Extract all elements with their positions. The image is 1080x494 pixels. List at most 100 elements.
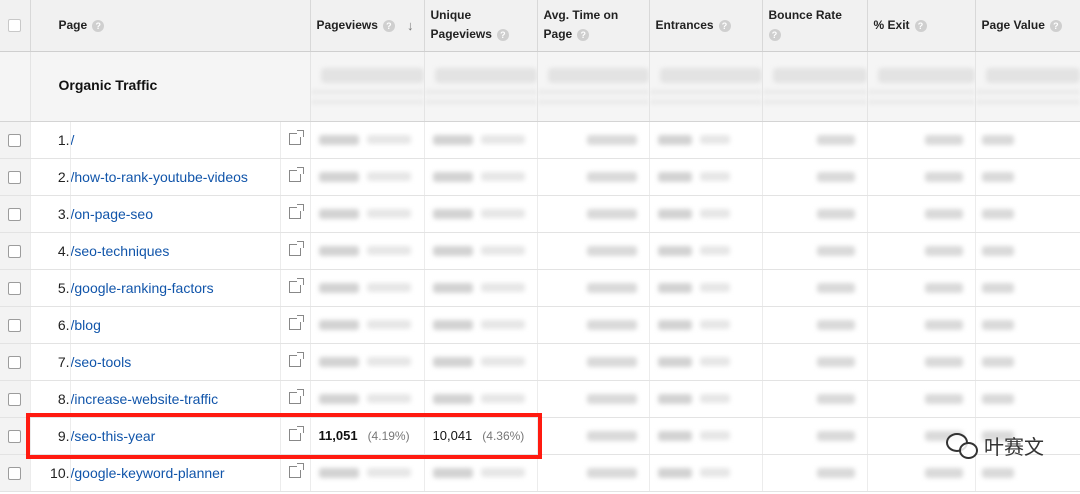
- column-header-avg-time[interactable]: Avg. Time on Page?: [537, 0, 650, 52]
- question-mark-circle-icon[interactable]: ?: [92, 19, 105, 32]
- select-all-cell: [0, 0, 31, 52]
- column-header-bounce-label: Bounce Rate: [768, 8, 842, 23]
- external-window-icon[interactable]: [289, 462, 304, 478]
- page-link[interactable]: /increase-website-traffic: [71, 391, 219, 407]
- row-checkbox-cell: [0, 343, 31, 381]
- question-mark-circle-icon[interactable]: ?: [496, 29, 509, 42]
- unique-pageviews-percent: (4.36%): [482, 429, 525, 443]
- external-window-icon[interactable]: [289, 166, 304, 182]
- column-header-page[interactable]: Page?: [30, 0, 311, 52]
- external-window-icon[interactable]: [289, 129, 304, 145]
- entrances-cell-blurred: [649, 306, 763, 344]
- totals-unique-blurred: [424, 51, 538, 122]
- popout-cell: [280, 158, 311, 196]
- avg-time-cell-blurred: [537, 269, 650, 307]
- row-checkbox-cell: [0, 121, 31, 159]
- external-window-icon[interactable]: [289, 425, 304, 441]
- page-link[interactable]: /: [71, 132, 75, 148]
- unique-pageviews-cell-blurred: [424, 158, 538, 196]
- row-checkbox-cell: [0, 306, 31, 344]
- exit-cell-blurred: [867, 121, 976, 159]
- page-link[interactable]: /seo-techniques: [71, 243, 170, 259]
- column-header-entrances[interactable]: Entrances?: [649, 0, 763, 52]
- row-checkbox[interactable]: [8, 208, 22, 222]
- column-header-page-value[interactable]: Page Value?: [975, 0, 1080, 52]
- page-link[interactable]: /blog: [71, 317, 101, 333]
- unique-pageviews-cell-blurred: [424, 195, 538, 233]
- column-header-unique-line2: Pageviews: [430, 27, 492, 42]
- column-header-avg-line1: Avg. Time on: [543, 8, 619, 23]
- column-header-pageviews[interactable]: Pageviews? ↓: [310, 0, 425, 52]
- row-checkbox[interactable]: [8, 393, 22, 407]
- exit-cell-blurred: [867, 269, 976, 307]
- external-window-icon[interactable]: [289, 351, 304, 367]
- pageviews-cell-blurred: [310, 195, 425, 233]
- question-mark-circle-icon[interactable]: ?: [718, 19, 731, 32]
- avg-time-cell-blurred: [537, 158, 650, 196]
- table-row: 6./blog: [0, 306, 1080, 344]
- row-checkbox[interactable]: [8, 282, 22, 296]
- external-window-icon[interactable]: [289, 277, 304, 293]
- question-mark-circle-icon[interactable]: ?: [914, 19, 927, 32]
- entrances-cell-blurred: [649, 454, 763, 492]
- external-window-icon[interactable]: [289, 203, 304, 219]
- page-link[interactable]: /seo-tools: [71, 354, 132, 370]
- popout-cell: [280, 195, 311, 233]
- table-row: 2./how-to-rank-youtube-videos: [0, 158, 1080, 196]
- avg-time-cell-blurred: [537, 380, 650, 418]
- row-checkbox[interactable]: [8, 430, 22, 444]
- popout-cell: [280, 417, 311, 455]
- column-header-unique-pageviews[interactable]: Unique Pageviews?: [424, 0, 538, 52]
- page-cell: /seo-this-year: [70, 417, 281, 455]
- pageviews-cell-blurred: [310, 232, 425, 270]
- unique-pageviews-cell-blurred: [424, 232, 538, 270]
- unique-pageviews-value: 10,041: [432, 428, 473, 443]
- row-checkbox[interactable]: [8, 134, 22, 148]
- question-mark-circle-icon[interactable]: ?: [768, 29, 781, 42]
- row-checkbox[interactable]: [8, 245, 22, 259]
- unique-pageviews-cell-blurred: [424, 306, 538, 344]
- row-number: 6.: [30, 306, 71, 344]
- question-mark-circle-icon[interactable]: ?: [382, 19, 395, 32]
- avg-time-cell-blurred: [537, 454, 650, 492]
- external-window-icon[interactable]: [289, 240, 304, 256]
- external-window-icon[interactable]: [289, 388, 304, 404]
- column-header-exit[interactable]: % Exit?: [867, 0, 976, 52]
- column-header-unique-line1: Unique: [430, 8, 472, 23]
- exit-cell-blurred: [867, 306, 976, 344]
- page-value-cell-blurred: [975, 158, 1080, 196]
- question-mark-circle-icon[interactable]: ?: [1049, 19, 1062, 32]
- bounce-rate-cell-blurred: [762, 380, 868, 418]
- row-checkbox[interactable]: [8, 171, 22, 185]
- bounce-rate-cell-blurred: [762, 454, 868, 492]
- entrances-cell-blurred: [649, 269, 763, 307]
- external-window-icon[interactable]: [289, 314, 304, 330]
- bounce-rate-cell-blurred: [762, 158, 868, 196]
- page-value-cell-blurred: [975, 380, 1080, 418]
- page-link[interactable]: /google-ranking-factors: [71, 280, 214, 296]
- column-header-bounce-rate[interactable]: Bounce Rate ?: [762, 0, 868, 52]
- page-link[interactable]: /google-keyword-planner: [71, 465, 225, 481]
- exit-cell-blurred: [867, 158, 976, 196]
- column-header-avg-line2: Page: [543, 27, 573, 42]
- page-link[interactable]: /seo-this-year: [71, 428, 156, 444]
- row-checkbox-cell: [0, 158, 31, 196]
- row-checkbox[interactable]: [8, 467, 22, 481]
- row-number: 8.: [30, 380, 71, 418]
- page-cell: /google-keyword-planner: [70, 454, 281, 492]
- table-row: 9./seo-this-year 11,051 (4.19%) 10,041 (4.36…: [0, 417, 1080, 455]
- arrow-down-icon[interactable]: ↓: [407, 16, 414, 35]
- page-value-cell-blurred: [975, 343, 1080, 381]
- select-all-checkbox[interactable]: [8, 19, 22, 33]
- row-checkbox[interactable]: [8, 319, 22, 333]
- popout-cell: [280, 380, 311, 418]
- row-checkbox[interactable]: [8, 356, 22, 370]
- page-link[interactable]: /how-to-rank-youtube-videos: [71, 169, 248, 185]
- table-row: 7./seo-tools: [0, 343, 1080, 381]
- avg-time-cell-blurred: [537, 343, 650, 381]
- pageviews-cell-blurred: [310, 121, 425, 159]
- page-value-cell-blurred: [975, 306, 1080, 344]
- page-link[interactable]: /on-page-seo: [71, 206, 154, 222]
- question-mark-circle-icon[interactable]: ?: [577, 29, 590, 42]
- avg-time-cell-blurred: [537, 417, 650, 455]
